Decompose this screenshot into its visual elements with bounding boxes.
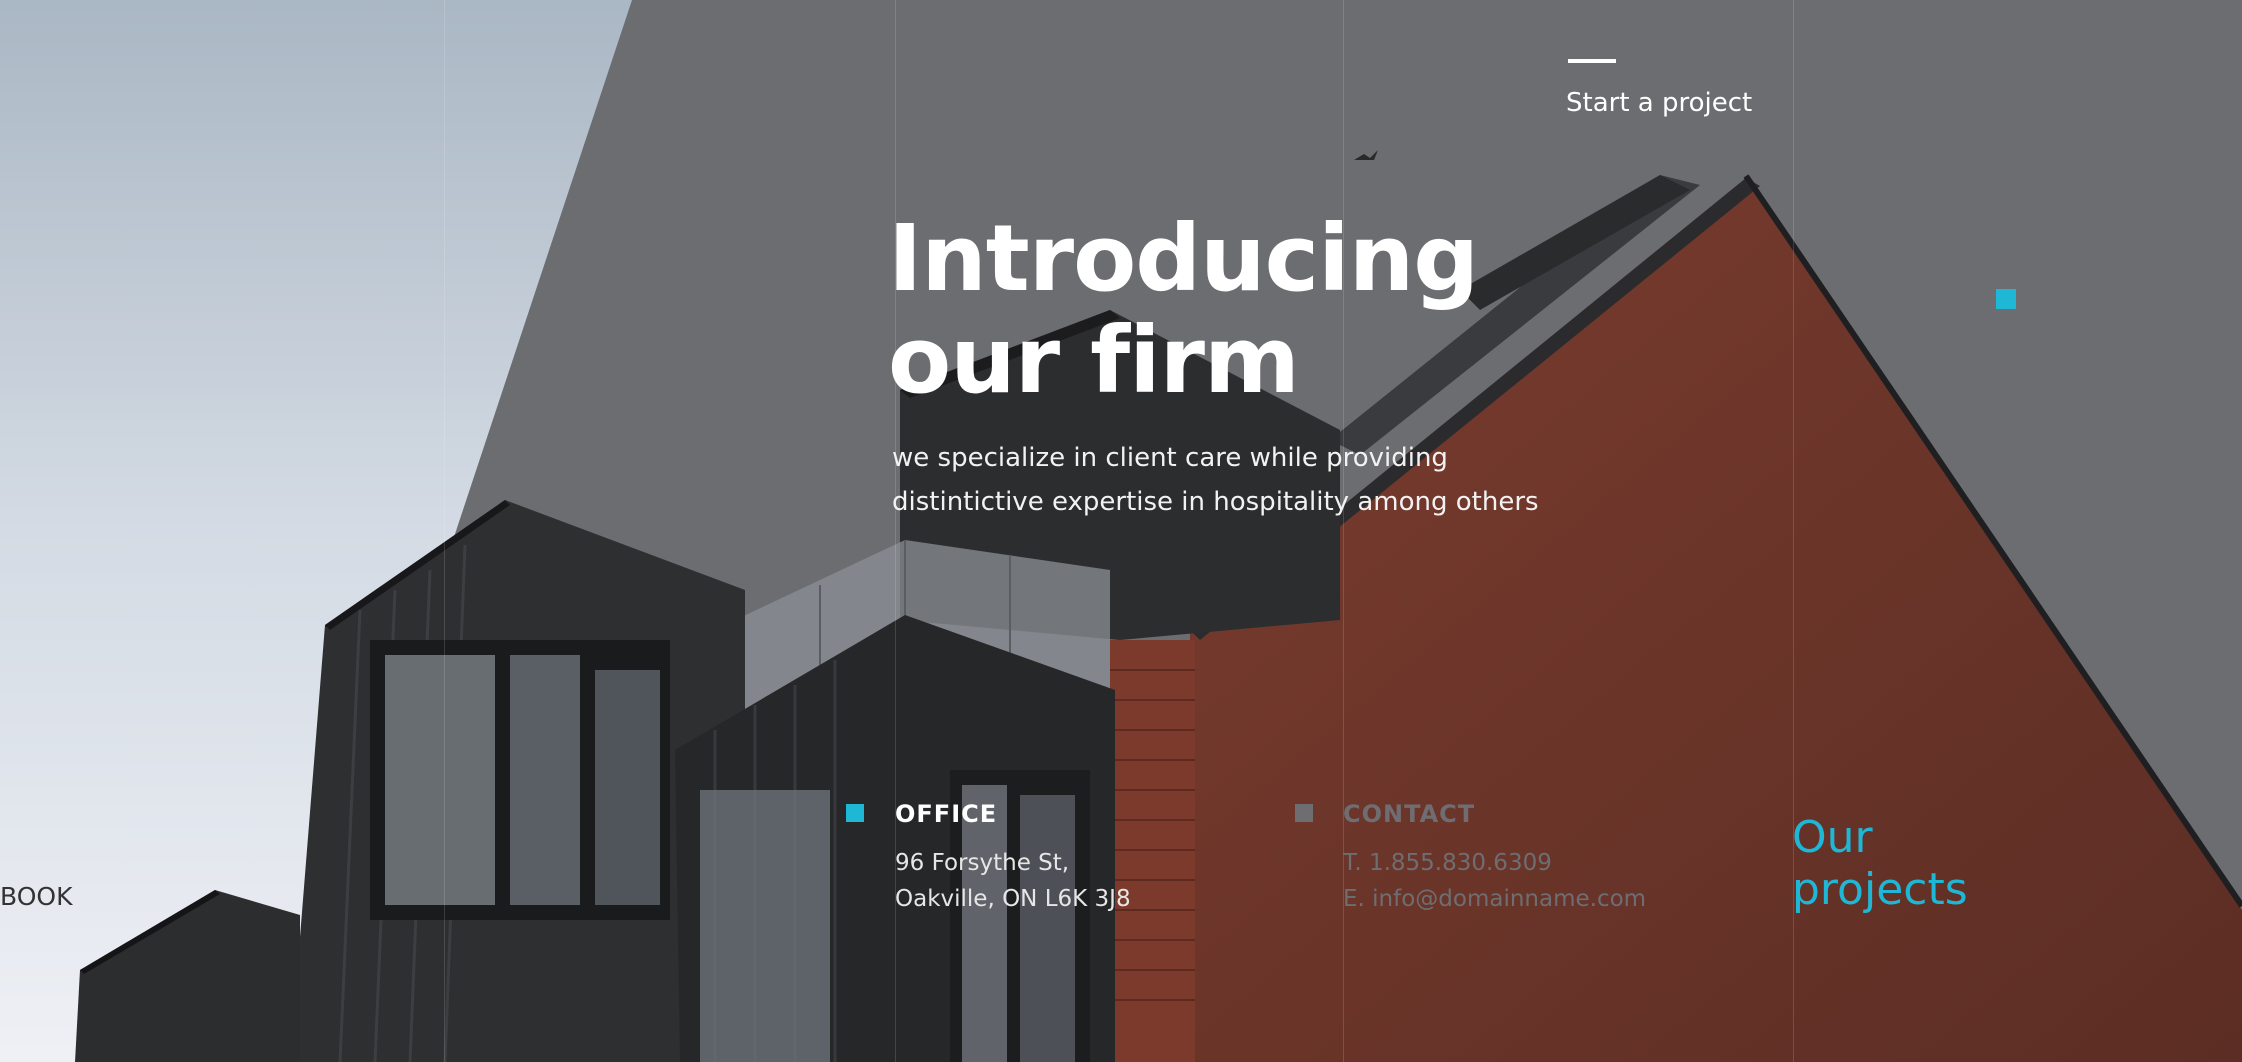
office-address-line1: 96 Forsythe St, (895, 850, 1070, 876)
our-projects-link[interactable]: Our projects (1792, 812, 1968, 916)
hero-subtitle: we specialize in client care while provi… (892, 443, 1539, 517)
cyan-square-icon (1996, 289, 2016, 309)
contact-email[interactable]: E. info@domainname.com (1343, 880, 1646, 918)
grid-line-1 (444, 0, 445, 1062)
hero-title: Introducing our firm (888, 205, 1479, 414)
office-address-line2: Oakville, ON L6K 3J8 (895, 886, 1131, 912)
start-project-link[interactable]: Start a project (1566, 88, 1752, 118)
contact-title: CONTACT (1343, 800, 1476, 828)
contact-square-icon (1295, 804, 1313, 822)
office-square-icon (846, 804, 864, 822)
office-title: OFFICE (895, 800, 998, 828)
contact-phone[interactable]: T. 1.855.830.6309 (1343, 844, 1552, 882)
book-side-label[interactable]: BOOK (0, 882, 72, 911)
start-project-dash (1568, 59, 1616, 63)
